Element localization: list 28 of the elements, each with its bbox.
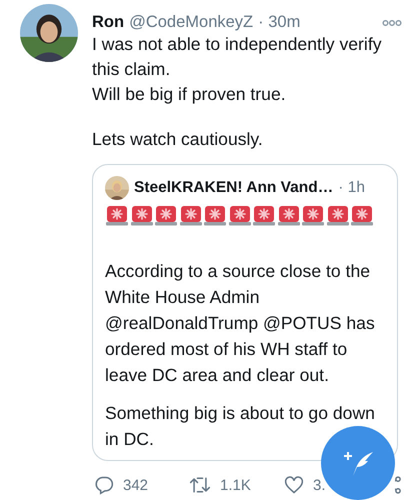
siren-icon xyxy=(204,205,226,226)
siren-icon xyxy=(180,205,202,226)
reply-icon[interactable] xyxy=(94,475,114,495)
like-count: 3. xyxy=(313,476,326,494)
more-icon[interactable] xyxy=(382,18,402,26)
siren-icon xyxy=(302,205,324,226)
siren-icon xyxy=(253,205,275,226)
timestamp: · 1h xyxy=(338,179,365,197)
retweet-count: 1.1K xyxy=(220,476,251,494)
timestamp: · 30m xyxy=(258,13,300,32)
share-icon[interactable] xyxy=(395,475,403,495)
quoted-tweet-text: According to a source close to the White House Admin @realDonaldTrump @POTUS has ordered most of his WH staff to leave DC area and clear out. xyxy=(105,260,376,387)
siren-icon xyxy=(228,205,250,226)
author-name[interactable]: Ron xyxy=(92,13,124,32)
heart-icon[interactable] xyxy=(284,475,304,495)
siren-icon xyxy=(351,205,373,226)
quoted-tweet-text: Something big is about to go down in DC. xyxy=(105,402,376,451)
siren-icon xyxy=(106,205,128,226)
quoted-author-name: SteelKRAKEN! Ann Vand… xyxy=(134,179,334,197)
siren-icon xyxy=(278,205,300,226)
siren-icon xyxy=(326,205,348,226)
siren-icon xyxy=(155,205,177,226)
retweet-icon[interactable] xyxy=(189,475,211,495)
author-handle[interactable]: @CodeMonkeyZ xyxy=(129,13,254,32)
tweet-text: I was not able to independently verify this claim. Will be big if proven true. xyxy=(92,33,382,106)
siren-icon xyxy=(130,205,152,226)
reply-count: 342 xyxy=(123,476,148,494)
tweet-text: Lets watch cautiously. xyxy=(92,128,264,151)
